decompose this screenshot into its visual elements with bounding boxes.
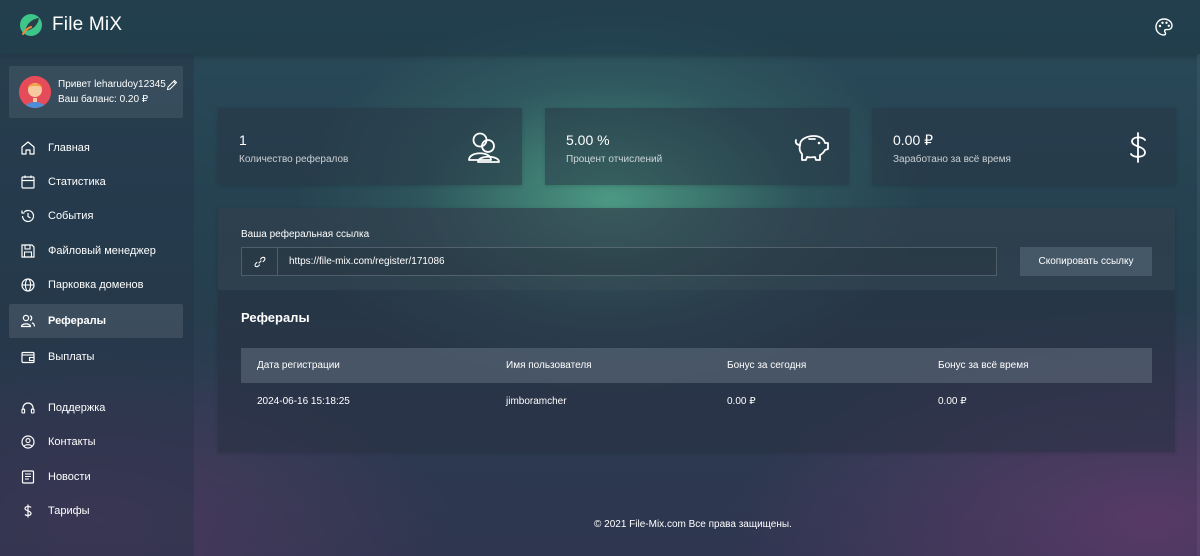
referral-link-label: Ваша реферальная ссылка <box>241 229 370 240</box>
stat-card-total-earned: 0.00 ₽ Заработано за всё время <box>872 108 1176 185</box>
home-icon <box>21 141 35 155</box>
globe-icon <box>21 278 35 292</box>
stat-label: Заработано за всё время <box>893 154 1011 165</box>
sidebar-item-label: Рефералы <box>48 315 106 327</box>
sidebar-item-label: Контакты <box>48 436 96 448</box>
sidebar-item-label: Главная <box>48 142 90 154</box>
save-icon <box>21 244 35 258</box>
sidebar-item-payouts[interactable]: Выплаты <box>9 340 183 374</box>
calendar-icon <box>21 175 35 189</box>
logo-icon <box>20 14 42 36</box>
referral-panel: Ваша реферальная ссылка Скопировать ссыл… <box>218 208 1175 452</box>
news-icon <box>21 470 35 484</box>
sidebar-item-label: Файловый менеджер <box>48 245 156 257</box>
column-header-username: Имя пользователя <box>506 360 592 371</box>
sidebar-item-label: Парковка доменов <box>48 279 144 291</box>
referral-link-group <box>241 247 997 276</box>
referral-link-input[interactable] <box>279 248 995 275</box>
wallet-icon <box>21 351 35 364</box>
sidebar-item-file-manager[interactable]: Файловый менеджер <box>9 234 183 268</box>
table-row: 2024-06-16 15:18:25 jimboramcher 0.00 ₽ … <box>241 383 1152 421</box>
column-header-bonus-today: Бонус за сегодня <box>727 360 807 371</box>
link-addon <box>242 248 278 275</box>
sidebar-item-label: События <box>48 210 94 222</box>
sidebar-item-label: Выплаты <box>48 351 95 363</box>
app-name: File MiX <box>52 14 123 35</box>
copy-link-button[interactable]: Скопировать ссылку <box>1020 247 1152 276</box>
referrals-section-title: Рефералы <box>241 310 310 325</box>
sidebar-item-contacts[interactable]: Контакты <box>9 425 183 459</box>
users-icon <box>20 314 36 328</box>
users-icon <box>468 132 500 163</box>
column-header-registration-date: Дата регистрации <box>257 360 340 371</box>
footer-copyright: © 2021 File-Mix.com Все права защищены. <box>594 519 792 530</box>
sidebar-item-domain-parking[interactable]: Парковка доменов <box>9 268 183 302</box>
avatar[interactable] <box>19 76 51 108</box>
palette-icon[interactable] <box>1154 17 1174 37</box>
referral-link-section: Ваша реферальная ссылка Скопировать ссыл… <box>218 208 1175 290</box>
sidebar-item-label: Поддержка <box>48 402 106 414</box>
dollar-icon <box>24 504 32 518</box>
stat-value: 5.00 % <box>566 132 610 148</box>
profile-balance: Ваш баланс: 0.20 ₽ <box>58 94 149 105</box>
cell-username: jimboramcher <box>506 396 567 407</box>
profile-card: Привет leharudoy12345 Ваш баланс: 0.20 ₽ <box>9 66 183 118</box>
edit-icon[interactable] <box>166 79 178 91</box>
sidebar-item-tariffs[interactable]: Тарифы <box>9 494 183 528</box>
stat-value: 0.00 ₽ <box>893 132 934 148</box>
support-icon <box>21 402 35 414</box>
contacts-icon <box>21 435 35 449</box>
sidebar-item-statistics[interactable]: Статистика <box>9 165 183 199</box>
sidebar-item-label: Тарифы <box>48 505 90 517</box>
sidebar-item-support[interactable]: Поддержка <box>9 391 183 425</box>
sidebar-item-news[interactable]: Новости <box>9 460 183 494</box>
stat-value: 1 <box>239 132 247 148</box>
top-header: File MiX <box>0 0 1200 54</box>
cell-bonus-today: 0.00 ₽ <box>727 396 756 407</box>
sidebar: Привет leharudoy12345 Ваш баланс: 0.20 ₽… <box>0 54 194 556</box>
history-icon <box>21 209 35 223</box>
profile-greeting: Привет leharudoy12345 <box>58 79 166 90</box>
sidebar-item-label: Новости <box>48 471 91 483</box>
dollar-icon <box>1130 132 1146 163</box>
sidebar-item-home[interactable]: Главная <box>9 131 183 165</box>
sidebar-item-events[interactable]: События <box>9 199 183 233</box>
avatar-illustration <box>19 76 51 108</box>
link-icon <box>254 256 266 268</box>
column-header-bonus-total: Бонус за всё время <box>938 360 1029 371</box>
logo[interactable]: File MiX <box>18 12 122 38</box>
piggy-bank-icon <box>794 135 829 161</box>
table-header: Дата регистрации Имя пользователя Бонус … <box>241 348 1152 383</box>
stat-label: Процент отчислений <box>566 154 663 165</box>
sidebar-item-label: Статистика <box>48 176 106 188</box>
stat-card-commission-percent: 5.00 % Процент отчислений <box>545 108 849 185</box>
sidebar-item-referrals[interactable]: Рефералы <box>9 304 183 338</box>
cell-registration-date: 2024-06-16 15:18:25 <box>257 396 350 407</box>
stat-card-referral-count: 1 Количество рефералов <box>218 108 522 185</box>
cell-bonus-total: 0.00 ₽ <box>938 396 967 407</box>
stat-label: Количество рефералов <box>239 154 349 165</box>
